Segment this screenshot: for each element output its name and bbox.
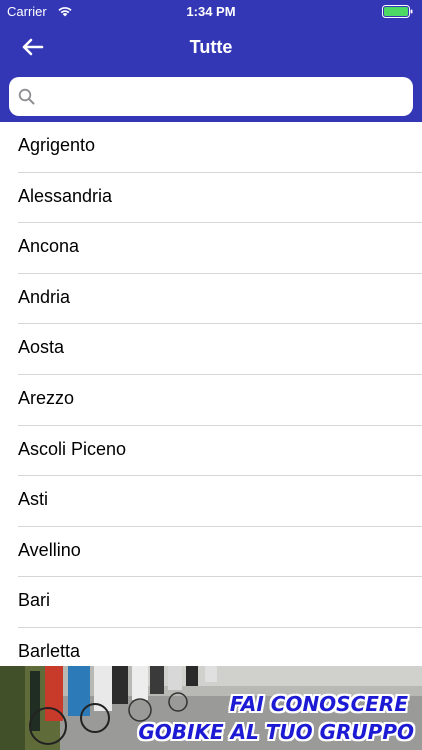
search-icon [18,88,35,105]
list-item-label: Aosta [18,337,65,358]
list-item-label: Ancona [18,236,80,257]
list-item[interactable]: Alessandria [0,173,422,224]
list-item[interactable]: Barletta [0,628,422,666]
banner-line-1: FAI CONOSCERE [229,692,408,716]
list-item[interactable]: Avellino [0,527,422,578]
list-item-label: Andria [18,286,71,307]
list-item[interactable]: Aosta [0,324,422,375]
search-input[interactable] [43,83,403,110]
battery-icon [382,5,413,18]
promo-banner[interactable]: FAI CONOSCERE GOBIKE AL TUO GRUPPO [0,666,422,750]
list-item-label: Agrigento [18,135,96,155]
header: Carrier 1:34 PM Tutte [0,0,422,122]
list-item-label: Asti [18,489,49,510]
search-bar[interactable] [9,77,413,116]
list-item[interactable]: Agrigento [0,122,422,173]
list-item[interactable]: Bari [0,577,422,628]
list-item[interactable]: Ancona [0,223,422,274]
list-item[interactable]: Ascoli Piceno [0,426,422,477]
status-time: 1:34 PM [186,4,236,19]
list-item[interactable]: Andria [0,274,422,325]
page-title: Tutte [189,37,233,57]
list-item-label: Ascoli Piceno [18,438,127,459]
list-item-label: Bari [18,590,51,611]
city-list: Agrigento Alessandria Ancona Andria Aosta Are… [0,122,422,666]
banner-line-2: GOBIKE AL TUO GRUPPO [138,720,414,744]
status-bar: Carrier 1:34 PM [0,0,422,24]
list-item[interactable]: Arezzo [0,375,422,426]
nav-bar: Tutte [0,24,422,70]
list-item[interactable]: Asti [0,476,422,527]
list-item-label: Barletta [18,640,81,661]
list-item-label: Arezzo [18,387,75,408]
list-item-label: Alessandria [18,185,113,206]
list-item-label: Avellino [18,539,81,560]
